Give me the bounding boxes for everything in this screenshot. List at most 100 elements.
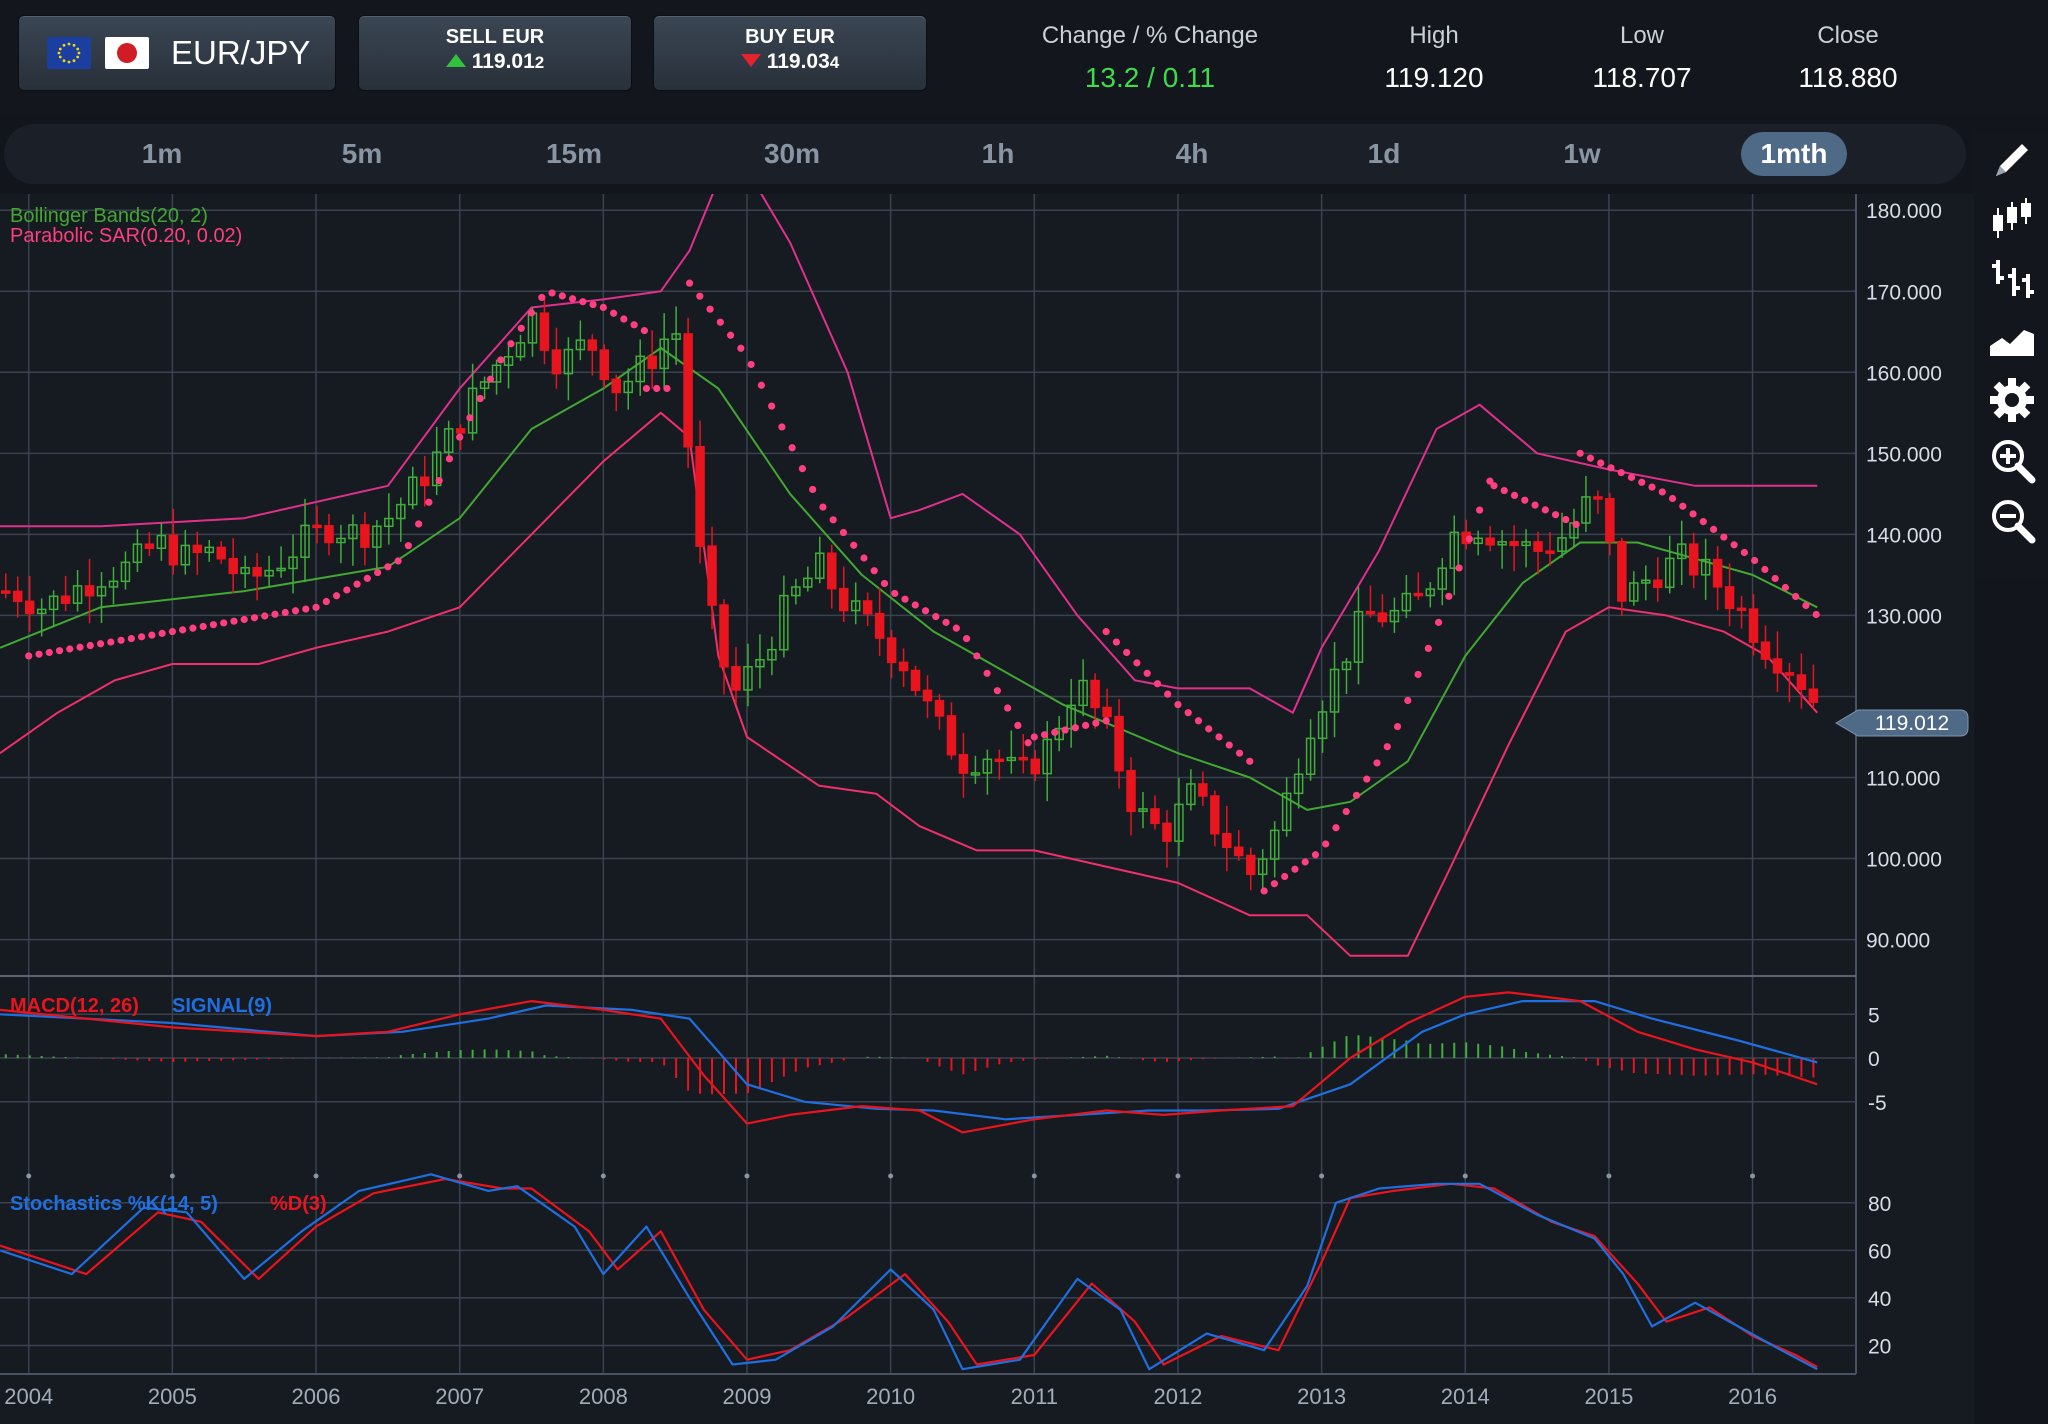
tab-1w[interactable]: 1w [1522, 138, 1642, 170]
sar-dot [66, 645, 74, 653]
sar-dot [332, 592, 341, 600]
sar-dot [706, 305, 714, 313]
tab-1d[interactable]: 1d [1324, 138, 1444, 170]
sar-dot [901, 595, 909, 603]
panel-separator-dot [457, 1173, 463, 1179]
sar-dot [394, 557, 402, 565]
sar-dot [343, 586, 351, 594]
candle-down [587, 339, 598, 351]
zoom-out-icon[interactable] [1988, 496, 2036, 544]
sar-dot [1342, 807, 1350, 816]
sar-dot [850, 541, 858, 549]
sar-dot [548, 289, 556, 297]
sar-dot [1709, 525, 1718, 533]
sar-dot [1281, 872, 1289, 881]
macd-tick-label: 0 [1868, 1048, 1880, 1071]
x-tick-label: 2012 [1153, 1384, 1202, 1409]
tab-4h[interactable]: 4h [1132, 138, 1252, 170]
ohlc-bars-icon[interactable] [1988, 254, 2036, 302]
candle-down [1617, 540, 1627, 602]
sar-dot [507, 340, 515, 348]
candle-down [216, 546, 226, 560]
candle-down [1808, 688, 1819, 703]
candle-down [1222, 833, 1232, 849]
candlestick-icon[interactable] [1988, 194, 2036, 242]
panel-separator-dot [888, 1173, 894, 1179]
y-tick-label: 110.000 [1866, 768, 1940, 791]
sar-dot [1617, 469, 1625, 477]
price-chart[interactable]: 2004 2005 2006 2007 2008 2009 2010 2011 2012 2013… [0, 194, 1974, 1424]
sar-dot [911, 601, 919, 609]
sar-dot [1133, 659, 1141, 667]
sar-dot [261, 612, 269, 620]
sar-dot [1541, 506, 1549, 514]
y-tick-label: 170.000 [1866, 281, 1942, 304]
y-tick-label: 130.000 [1866, 605, 1942, 628]
candle-down [1114, 715, 1124, 772]
candle-down [838, 587, 849, 612]
tab-30m[interactable]: 30m [732, 138, 852, 170]
low-value: 118.707 [1592, 62, 1692, 93]
sar-dot [1301, 858, 1309, 866]
currency-pair-selector[interactable]: EUR/JPY [18, 15, 336, 91]
sar-dot [158, 629, 166, 637]
candle-down [1162, 822, 1172, 842]
area-chart-icon[interactable] [1988, 316, 2036, 364]
y-tick-label: 160.000 [1866, 362, 1942, 385]
candle-down [1772, 658, 1783, 674]
candle-down [874, 612, 885, 639]
candle-down [946, 715, 957, 756]
pencil-icon[interactable] [1988, 136, 2036, 184]
sar-dot [983, 669, 991, 677]
tab-1m[interactable]: 1m [102, 138, 222, 170]
candle-down [886, 637, 897, 664]
sar-dot [1051, 728, 1059, 736]
buy-button[interactable]: BUY EUR 119.034 [653, 15, 927, 91]
sar-dot [726, 331, 735, 339]
sar-dot [1740, 548, 1748, 557]
sar-dot [445, 455, 454, 463]
sar-dot [630, 321, 638, 329]
candle-down [1545, 550, 1555, 554]
candle-down [1509, 541, 1519, 547]
panel-separator-dot [1462, 1173, 1468, 1179]
candle-down [862, 600, 873, 615]
sar-dot [1679, 502, 1687, 510]
sell-button[interactable]: SELL EUR 119.012 [358, 15, 632, 91]
candle-down [1736, 607, 1747, 612]
tab-1mth[interactable]: 1mth [1741, 132, 1847, 176]
sar-dot [1531, 501, 1539, 509]
sar-dot [620, 315, 628, 323]
candle-down [922, 689, 933, 702]
tab-1h[interactable]: 1h [938, 138, 1058, 170]
sar-dot [1082, 721, 1090, 730]
sar-dot [220, 619, 228, 627]
sar-dot [1030, 733, 1038, 741]
sar-dot [1205, 725, 1213, 733]
macd-tick-label: -5 [1868, 1092, 1887, 1115]
sar-dot [1004, 704, 1012, 712]
sar-dot [1465, 535, 1473, 543]
zoom-in-icon[interactable] [1988, 436, 2036, 484]
pair-name: EUR/JPY [171, 34, 311, 71]
sar-dot [199, 622, 207, 631]
sar-dot [1562, 515, 1570, 524]
sar-dot [1112, 638, 1120, 646]
sar-dot [117, 636, 125, 644]
sar-dot [1194, 717, 1203, 725]
sar-dot [1445, 592, 1453, 600]
sell-price: 119.012 [359, 50, 631, 74]
gear-icon[interactable] [1988, 376, 2036, 424]
tab-5m[interactable]: 5m [302, 138, 422, 170]
x-tick-label: 2008 [579, 1384, 628, 1409]
candle-down [360, 524, 370, 548]
candle-down [1245, 854, 1256, 876]
sar-dot [486, 375, 495, 383]
candle-down [1090, 679, 1100, 709]
sar-dot [138, 633, 146, 641]
tab-15m[interactable]: 15m [514, 138, 634, 170]
buy-label: BUY EUR [745, 26, 835, 48]
sar-dot [1689, 510, 1697, 518]
sar-dot [322, 597, 330, 606]
sar-dot [271, 610, 279, 618]
